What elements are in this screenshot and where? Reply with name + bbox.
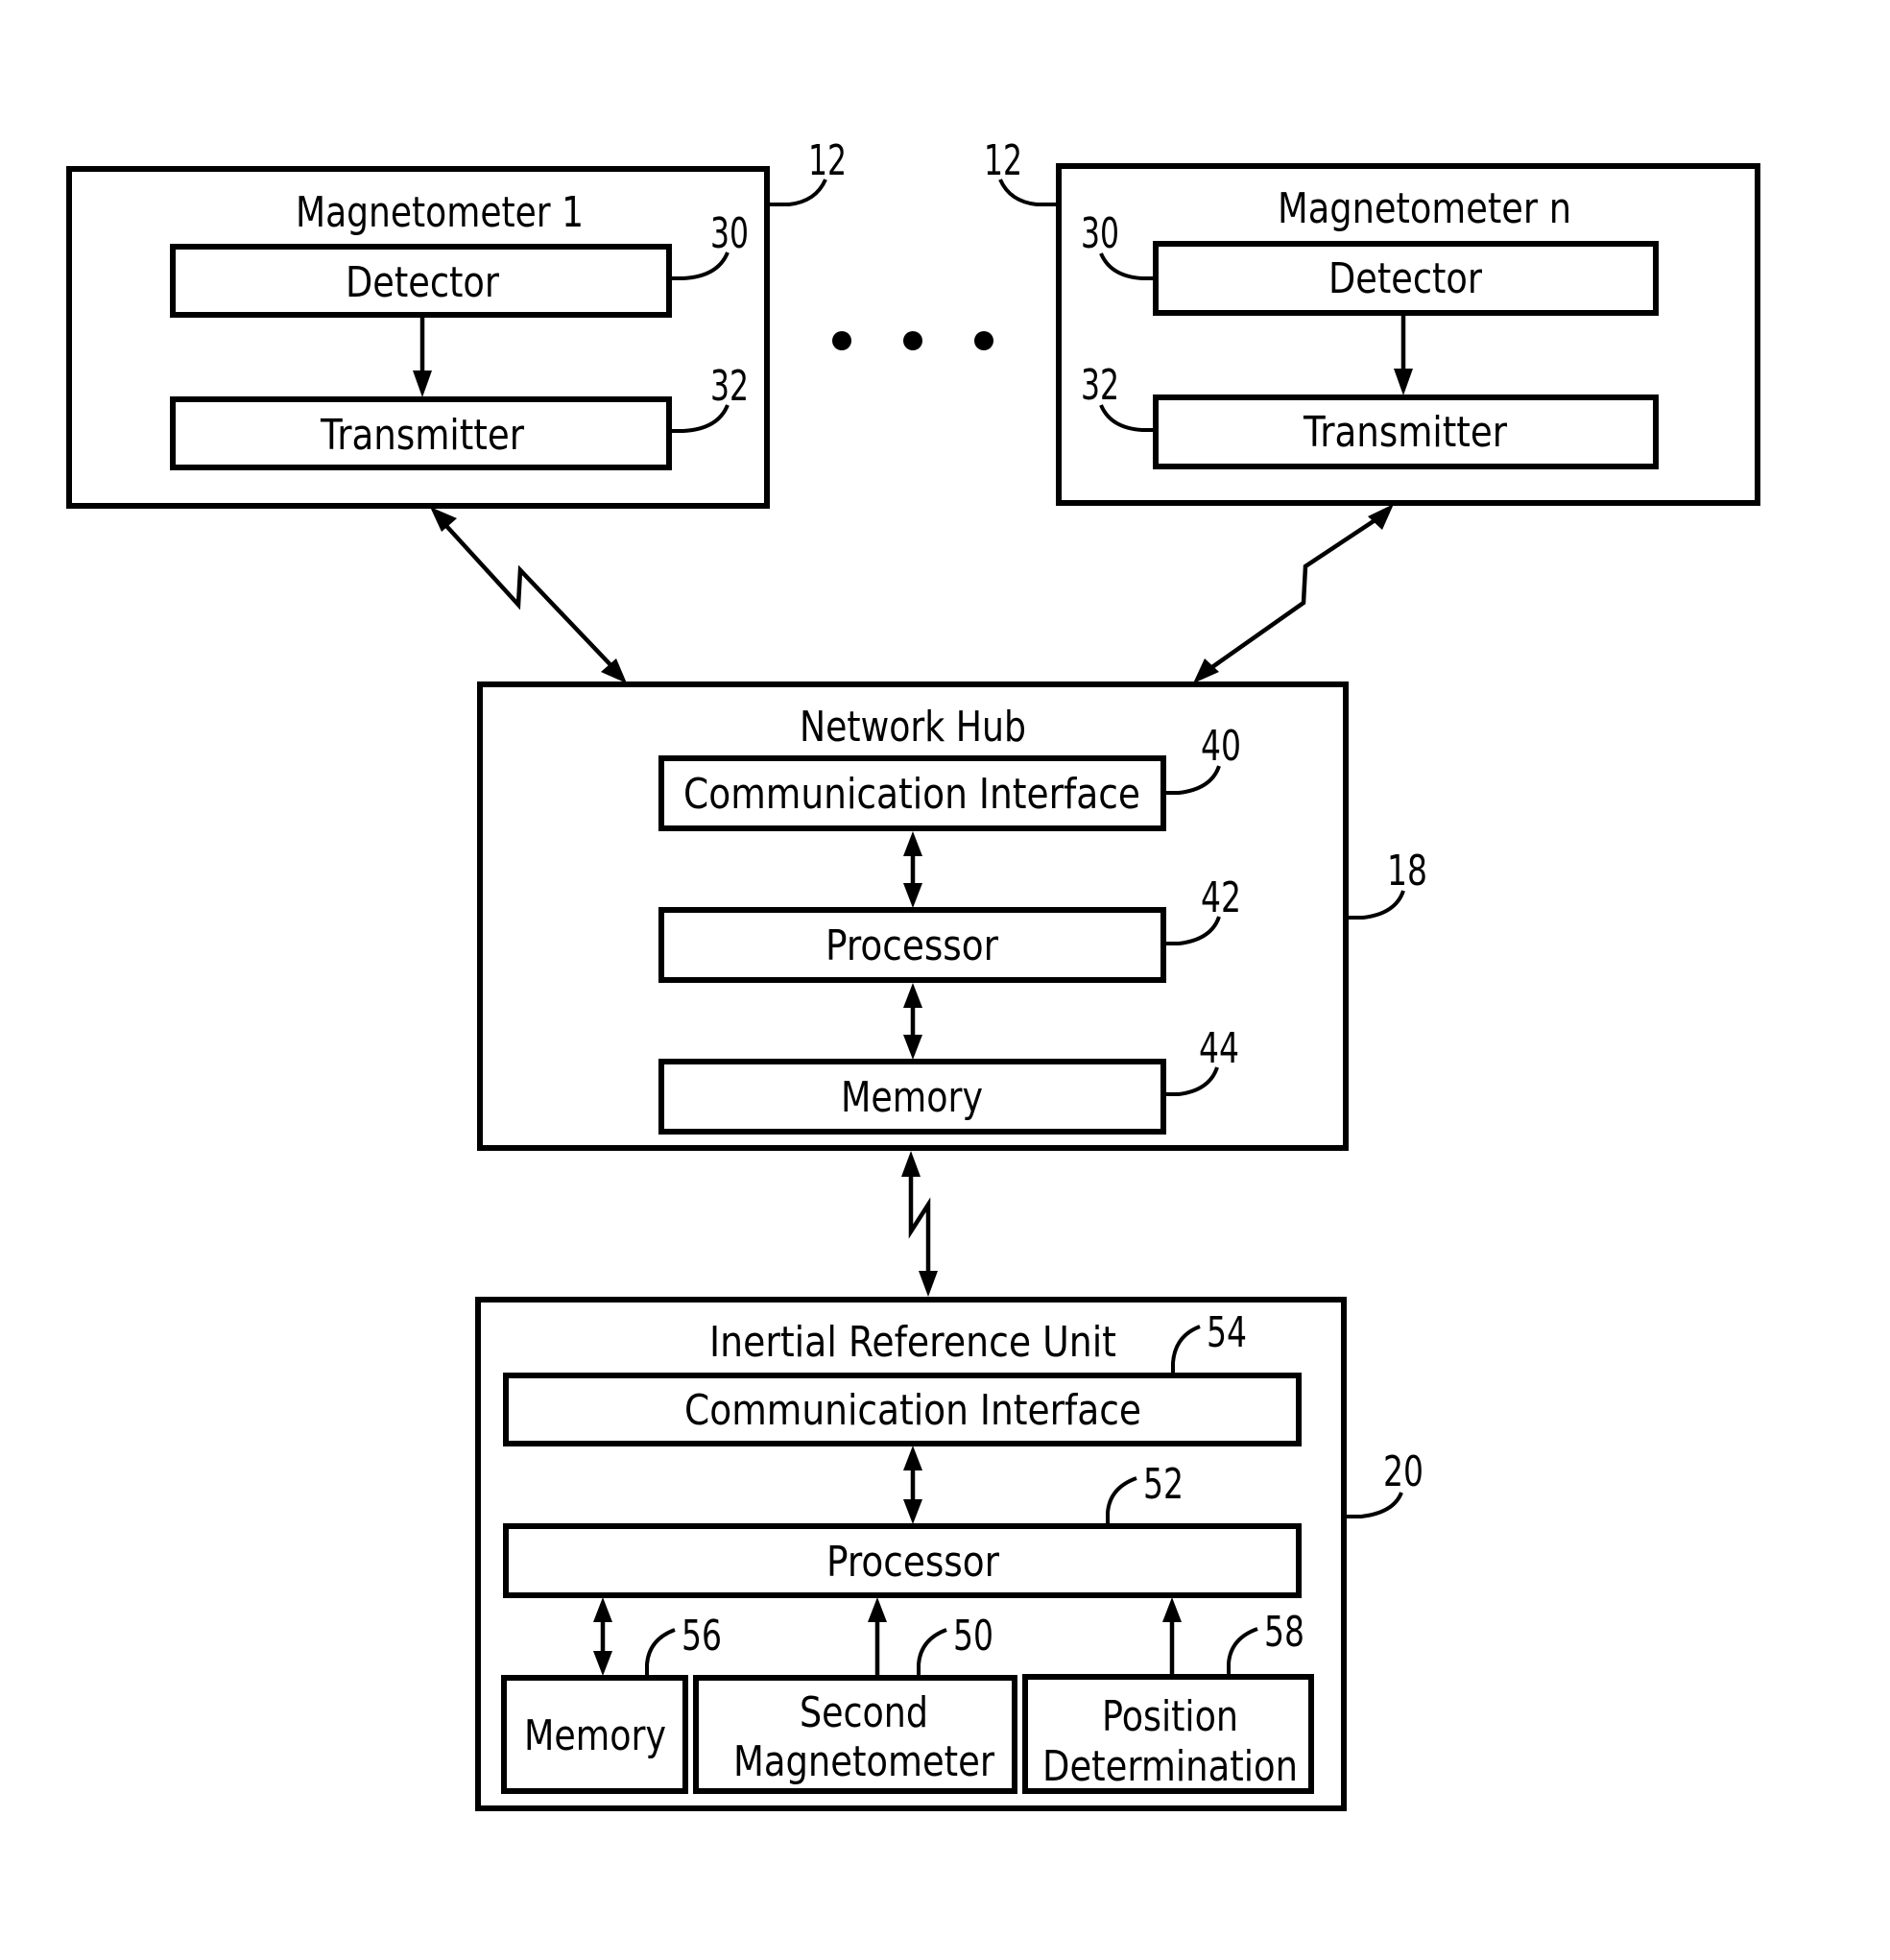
wireless-link-magnetometer-1-to-hub [430,507,627,683]
iru-second-magnetometer-label-line1: Second [800,1688,928,1737]
iru-processor-label: Processor [826,1538,1000,1587]
ellipsis-more-magnetometers [832,331,993,350]
ref-label-54: 54 [1207,1308,1247,1357]
magnetometer-n-title: Magnetometer n [1278,184,1571,233]
magnetometer-n-detector-label: Detector [1328,254,1483,303]
ref-label-58: 58 [1264,1608,1304,1657]
arrowhead-down-icon [601,658,627,683]
ellipsis-dot-icon [974,331,993,350]
ref-label-12-left: 12 [808,136,847,185]
inertial-reference-unit: Inertial Reference Unit Communication In… [475,1297,1423,1811]
ref-label-30-right: 30 [1081,209,1119,258]
arrowhead-down-icon [1193,658,1219,683]
arrowhead-up-icon [1368,504,1394,530]
ref-label-20: 20 [1383,1447,1423,1496]
lightning-link-icon [1201,512,1387,676]
ref-label-42: 42 [1201,873,1241,922]
magnetometer-n-transmitter-label: Transmitter [1303,408,1508,457]
magnetometer-1-detector-label: Detector [346,258,500,307]
ellipsis-dot-icon [903,331,922,350]
ref-label-44: 44 [1199,1024,1239,1073]
iru-memory-label: Memory [524,1711,666,1760]
ref-label-32-left: 32 [710,362,749,411]
lightning-link-icon [436,514,619,674]
ref-label-52: 52 [1143,1460,1184,1509]
wireless-link-magnetometer-n-to-hub [1193,504,1394,683]
iru-position-determination-label-line1: Position [1102,1692,1238,1741]
hub-processor-label: Processor [825,921,999,970]
magnetometer-1-transmitter-label: Transmitter [320,411,525,460]
ref-label-18: 18 [1387,847,1427,896]
ref-label-40: 40 [1201,722,1241,771]
network-hub-title: Network Hub [800,703,1026,752]
iru-title: Inertial Reference Unit [709,1318,1116,1367]
arrowhead-up-icon [430,507,457,532]
magnetometer-n: Magnetometer n Detector Transmitter 12 3… [984,136,1760,506]
network-hub: Network Hub Communication Interface Proc… [477,681,1427,1151]
magnetometer-1: Magnetometer 1 Detector Transmitter 12 3… [66,136,847,509]
iru-second-magnetometer-label-line2: Magnetometer [733,1737,995,1786]
ref-label-30-left: 30 [710,209,749,258]
wireless-link-hub-to-iru [901,1151,938,1297]
iru-communication-interface-label: Communication Interface [684,1386,1141,1435]
ref-label-32-right: 32 [1081,361,1119,410]
arrowhead-down-icon [919,1271,938,1297]
ref-label-12-right: 12 [984,136,1022,185]
iru-position-determination-label-line2: Determination [1042,1742,1298,1791]
hub-memory-label: Memory [841,1073,983,1122]
ref-label-50: 50 [953,1612,993,1661]
block-diagram: Magnetometer 1 Detector Transmitter 12 3… [66,136,1760,1811]
lightning-link-icon [908,1173,931,1275]
ref-label-56: 56 [682,1612,722,1661]
hub-communication-interface-label: Communication Interface [683,770,1140,819]
arrowhead-up-icon [901,1151,921,1177]
ellipsis-dot-icon [832,331,851,350]
magnetometer-1-title: Magnetometer 1 [296,188,584,237]
